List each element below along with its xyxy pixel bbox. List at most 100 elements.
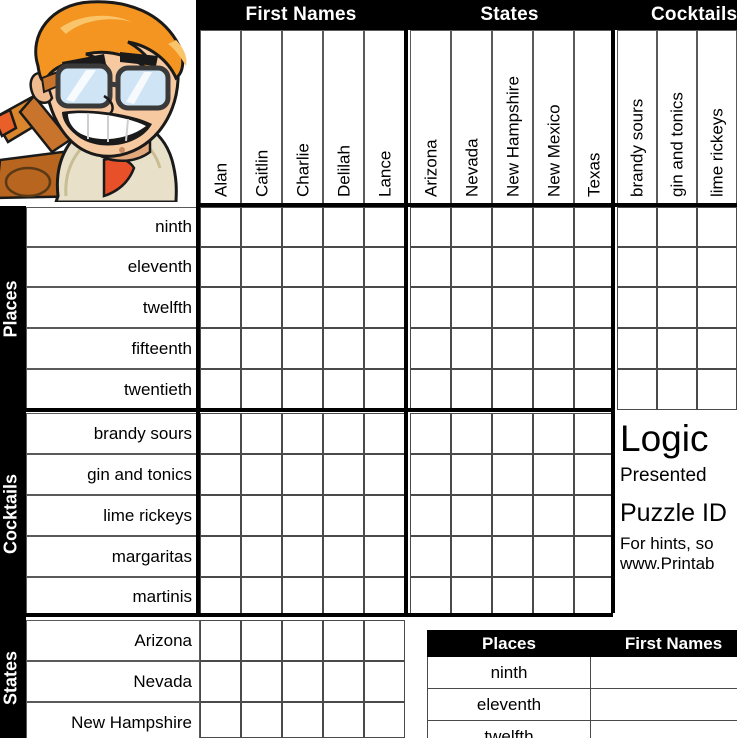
grid-cell[interactable] bbox=[410, 495, 451, 536]
grid-cell[interactable] bbox=[282, 413, 323, 454]
grid-cell[interactable] bbox=[241, 495, 282, 536]
grid-cell[interactable] bbox=[533, 454, 574, 495]
grid-cell[interactable] bbox=[451, 247, 492, 287]
grid-cell[interactable] bbox=[364, 207, 405, 247]
grid-cell[interactable] bbox=[241, 454, 282, 495]
grid-cell[interactable] bbox=[451, 369, 492, 410]
grid-cell[interactable] bbox=[697, 207, 737, 247]
grid-cell[interactable] bbox=[282, 702, 323, 738]
grid-cell[interactable] bbox=[410, 454, 451, 495]
grid-cell[interactable] bbox=[323, 287, 364, 328]
grid-cell[interactable] bbox=[200, 454, 241, 495]
answer-cell-first-name[interactable] bbox=[590, 720, 737, 738]
grid-cell[interactable] bbox=[241, 247, 282, 287]
grid-cell[interactable] bbox=[364, 702, 405, 738]
grid-cell[interactable] bbox=[574, 495, 613, 536]
grid-cell[interactable] bbox=[492, 577, 533, 616]
grid-cell[interactable] bbox=[657, 247, 697, 287]
grid-cell[interactable] bbox=[323, 661, 364, 702]
grid-cell[interactable] bbox=[617, 328, 657, 369]
grid-cell[interactable] bbox=[697, 247, 737, 287]
grid-cell[interactable] bbox=[282, 454, 323, 495]
grid-cell[interactable] bbox=[200, 577, 241, 616]
grid-cell[interactable] bbox=[574, 287, 613, 328]
grid-cell[interactable] bbox=[200, 661, 241, 702]
grid-cell[interactable] bbox=[364, 577, 405, 616]
grid-cell[interactable] bbox=[533, 536, 574, 577]
grid-cell[interactable] bbox=[241, 577, 282, 616]
grid-cell[interactable] bbox=[533, 495, 574, 536]
grid-cell[interactable] bbox=[364, 495, 405, 536]
grid-cell[interactable] bbox=[323, 454, 364, 495]
grid-cell[interactable] bbox=[410, 536, 451, 577]
grid-cell[interactable] bbox=[617, 247, 657, 287]
grid-cell[interactable] bbox=[451, 207, 492, 247]
grid-cell[interactable] bbox=[451, 495, 492, 536]
grid-cell[interactable] bbox=[200, 495, 241, 536]
grid-cell[interactable] bbox=[241, 287, 282, 328]
grid-cell[interactable] bbox=[533, 369, 574, 410]
grid-cell[interactable] bbox=[574, 413, 613, 454]
grid-cell[interactable] bbox=[492, 247, 533, 287]
grid-cell[interactable] bbox=[410, 287, 451, 328]
grid-cell[interactable] bbox=[697, 328, 737, 369]
answer-cell-first-name[interactable] bbox=[590, 688, 737, 721]
grid-cell[interactable] bbox=[241, 620, 282, 661]
grid-cell[interactable] bbox=[200, 287, 241, 328]
grid-cell[interactable] bbox=[492, 536, 533, 577]
grid-cell[interactable] bbox=[282, 328, 323, 369]
grid-cell[interactable] bbox=[364, 454, 405, 495]
grid-cell[interactable] bbox=[323, 413, 364, 454]
grid-cell[interactable] bbox=[574, 454, 613, 495]
grid-cell[interactable] bbox=[533, 287, 574, 328]
grid-cell[interactable] bbox=[200, 702, 241, 738]
grid-cell[interactable] bbox=[200, 328, 241, 369]
grid-cell[interactable] bbox=[574, 207, 613, 247]
grid-cell[interactable] bbox=[451, 536, 492, 577]
grid-cell[interactable] bbox=[574, 247, 613, 287]
grid-cell[interactable] bbox=[451, 413, 492, 454]
grid-cell[interactable] bbox=[574, 577, 613, 616]
grid-cell[interactable] bbox=[364, 413, 405, 454]
grid-cell[interactable] bbox=[533, 247, 574, 287]
grid-cell[interactable] bbox=[410, 247, 451, 287]
grid-cell[interactable] bbox=[364, 536, 405, 577]
grid-cell[interactable] bbox=[364, 369, 405, 410]
grid-cell[interactable] bbox=[657, 207, 697, 247]
grid-cell[interactable] bbox=[241, 207, 282, 247]
grid-cell[interactable] bbox=[323, 702, 364, 738]
grid-cell[interactable] bbox=[282, 620, 323, 661]
grid-cell[interactable] bbox=[241, 661, 282, 702]
grid-cell[interactable] bbox=[533, 207, 574, 247]
grid-cell[interactable] bbox=[364, 328, 405, 369]
grid-cell[interactable] bbox=[241, 369, 282, 410]
grid-cell[interactable] bbox=[617, 287, 657, 328]
grid-cell[interactable] bbox=[200, 620, 241, 661]
grid-cell[interactable] bbox=[282, 661, 323, 702]
grid-cell[interactable] bbox=[574, 536, 613, 577]
grid-cell[interactable] bbox=[492, 454, 533, 495]
grid-cell[interactable] bbox=[323, 620, 364, 661]
grid-cell[interactable] bbox=[282, 247, 323, 287]
grid-cell[interactable] bbox=[241, 413, 282, 454]
grid-cell[interactable] bbox=[323, 247, 364, 287]
grid-cell[interactable] bbox=[282, 495, 323, 536]
grid-cell[interactable] bbox=[282, 536, 323, 577]
grid-cell[interactable] bbox=[323, 577, 364, 616]
grid-cell[interactable] bbox=[323, 369, 364, 410]
answer-cell-first-name[interactable] bbox=[590, 656, 737, 689]
grid-cell[interactable] bbox=[323, 536, 364, 577]
grid-cell[interactable] bbox=[574, 328, 613, 369]
grid-cell[interactable] bbox=[200, 369, 241, 410]
grid-cell[interactable] bbox=[282, 369, 323, 410]
grid-cell[interactable] bbox=[410, 328, 451, 369]
grid-cell[interactable] bbox=[323, 495, 364, 536]
grid-cell[interactable] bbox=[364, 661, 405, 702]
grid-cell[interactable] bbox=[451, 454, 492, 495]
grid-cell[interactable] bbox=[492, 287, 533, 328]
grid-cell[interactable] bbox=[574, 369, 613, 410]
grid-cell[interactable] bbox=[492, 328, 533, 369]
grid-cell[interactable] bbox=[657, 328, 697, 369]
grid-cell[interactable] bbox=[241, 328, 282, 369]
grid-cell[interactable] bbox=[533, 413, 574, 454]
